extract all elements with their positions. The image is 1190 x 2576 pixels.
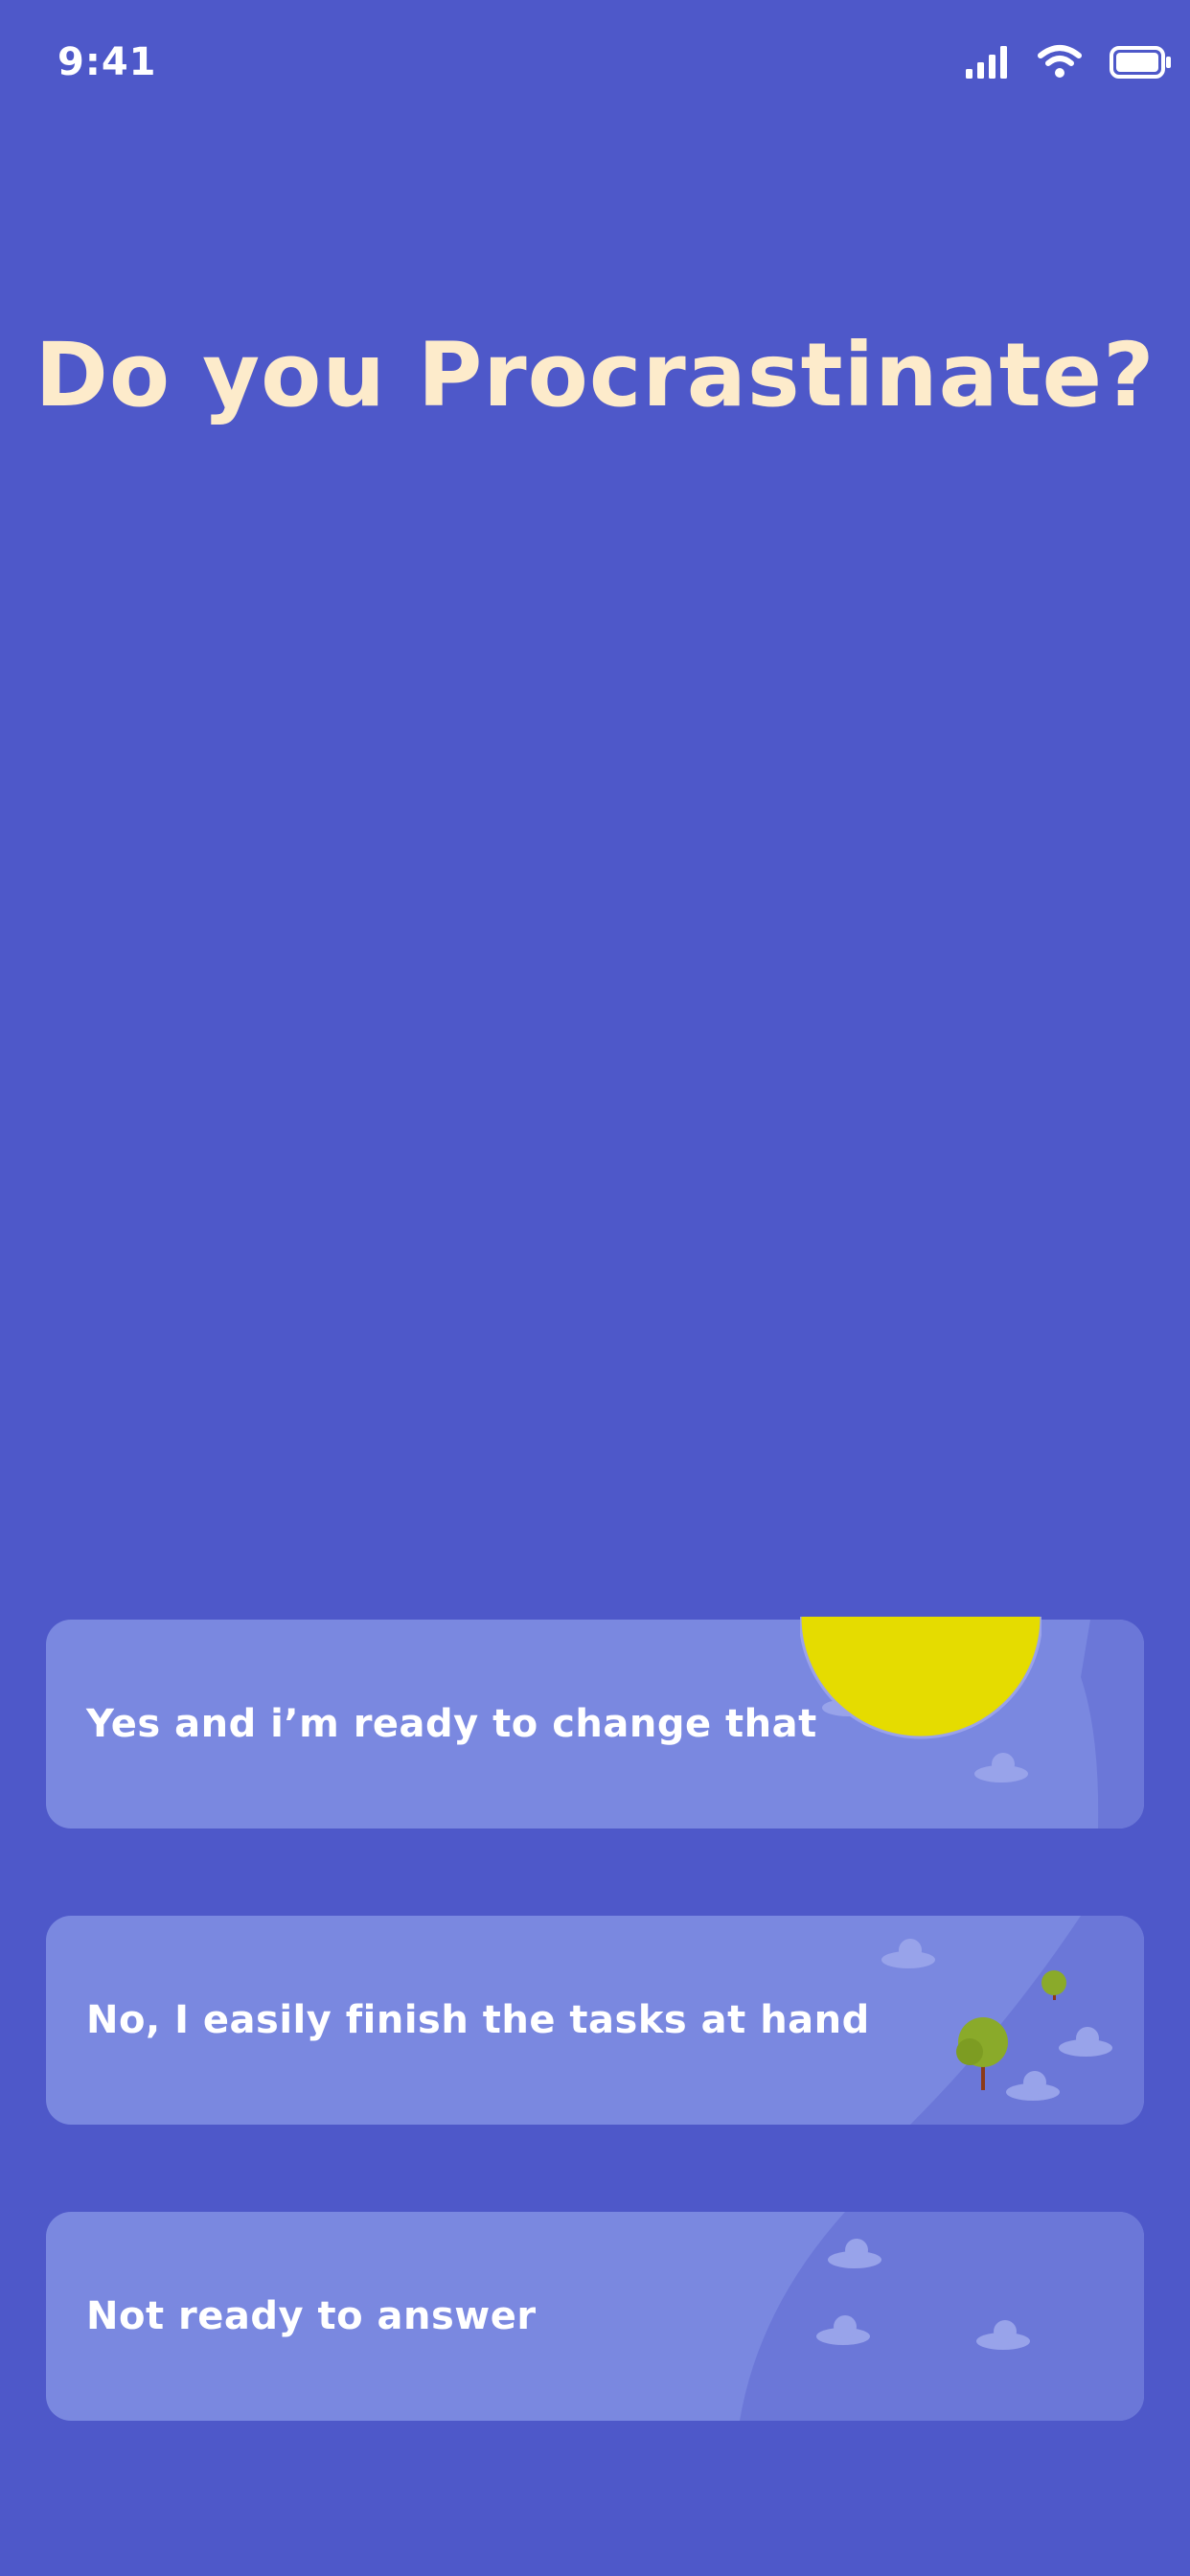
option-no-easily-finish-button[interactable]: No, I easily finish the tasks at hand <box>46 1916 1144 2125</box>
option-label: Yes and i’m ready to change that <box>86 1702 817 1746</box>
hill-shape <box>1081 1620 1144 1828</box>
status-bar: 9:41 <box>0 0 1190 134</box>
battery-icon <box>1110 46 1171 79</box>
wifi-icon <box>1038 45 1082 78</box>
status-icons <box>966 44 1173 79</box>
cloud-icon <box>881 1939 935 1968</box>
cloud-icon <box>974 1753 1028 1782</box>
page-title: Do you Procrastinate? <box>34 324 1156 426</box>
sun-icon <box>800 1617 1041 1739</box>
option-label: No, I easily finish the tasks at hand <box>86 1998 870 2042</box>
option-label: Not ready to answer <box>86 2294 537 2338</box>
cellular-signal-icon <box>966 46 1007 79</box>
hill-shape <box>740 2212 1144 2421</box>
option-not-ready-button[interactable]: Not ready to answer <box>46 2212 1144 2421</box>
status-time: 9:41 <box>57 40 157 84</box>
